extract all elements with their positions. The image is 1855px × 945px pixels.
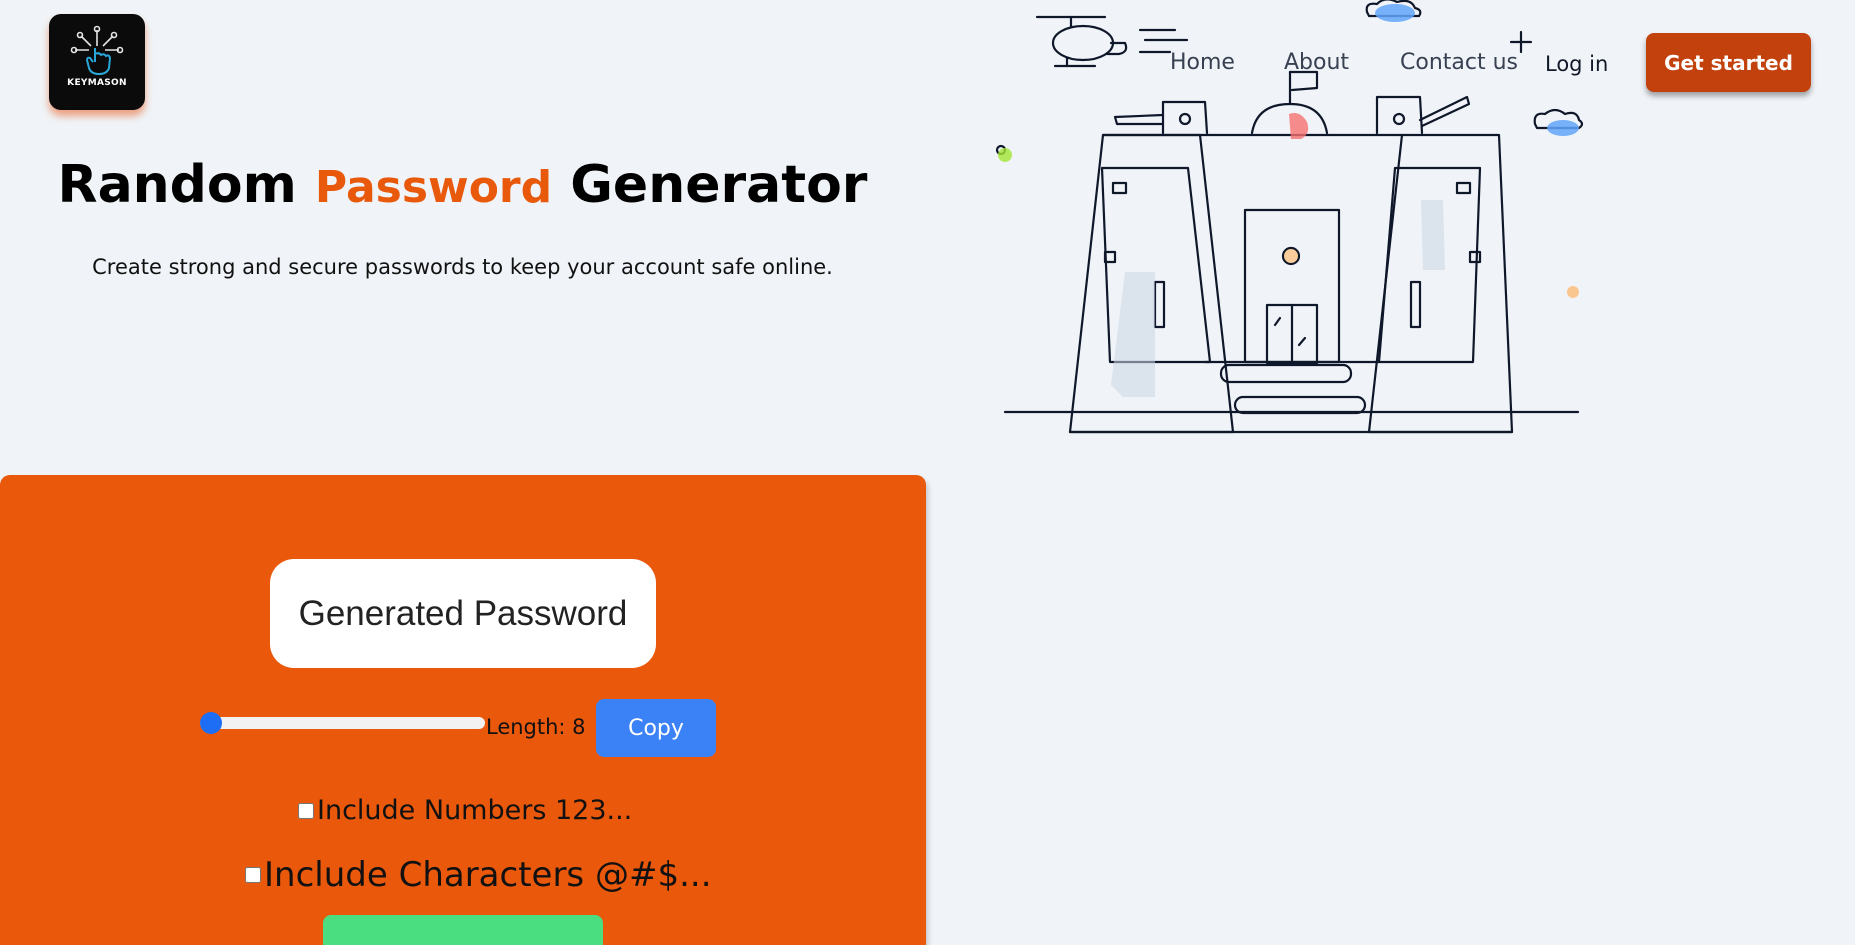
logo[interactable]: KEYMASON bbox=[49, 14, 145, 110]
generate-button[interactable] bbox=[323, 915, 603, 945]
length-slider[interactable] bbox=[200, 712, 485, 734]
generated-password-display[interactable]: Generated Password bbox=[270, 559, 656, 668]
logo-text: KEYMASON bbox=[67, 78, 127, 88]
length-slider-thumb[interactable] bbox=[200, 712, 222, 734]
include-characters-option[interactable]: Include Characters @#$... bbox=[245, 855, 712, 895]
copy-button[interactable]: Copy bbox=[596, 699, 716, 757]
title-password: Password bbox=[314, 162, 553, 213]
hand-circuit-icon bbox=[70, 25, 124, 76]
title-random: Random bbox=[57, 155, 297, 215]
hero-subtitle: Create strong and secure passwords to ke… bbox=[92, 255, 833, 279]
include-numbers-label: Include Numbers 123... bbox=[317, 795, 633, 826]
generator-panel: Generated Password Length: 8 Copy Includ… bbox=[0, 475, 926, 945]
get-started-button[interactable]: Get started bbox=[1646, 33, 1811, 92]
page-title: Random Password Generator bbox=[0, 155, 925, 215]
length-label: Length: 8 bbox=[486, 715, 586, 739]
title-generator: Generator bbox=[570, 155, 868, 215]
include-numbers-option[interactable]: Include Numbers 123... bbox=[298, 795, 632, 826]
include-characters-checkbox[interactable] bbox=[245, 867, 261, 883]
castle-illustration bbox=[995, 0, 1584, 434]
include-numbers-checkbox[interactable] bbox=[298, 802, 314, 819]
include-characters-label: Include Characters @#$... bbox=[264, 855, 712, 895]
